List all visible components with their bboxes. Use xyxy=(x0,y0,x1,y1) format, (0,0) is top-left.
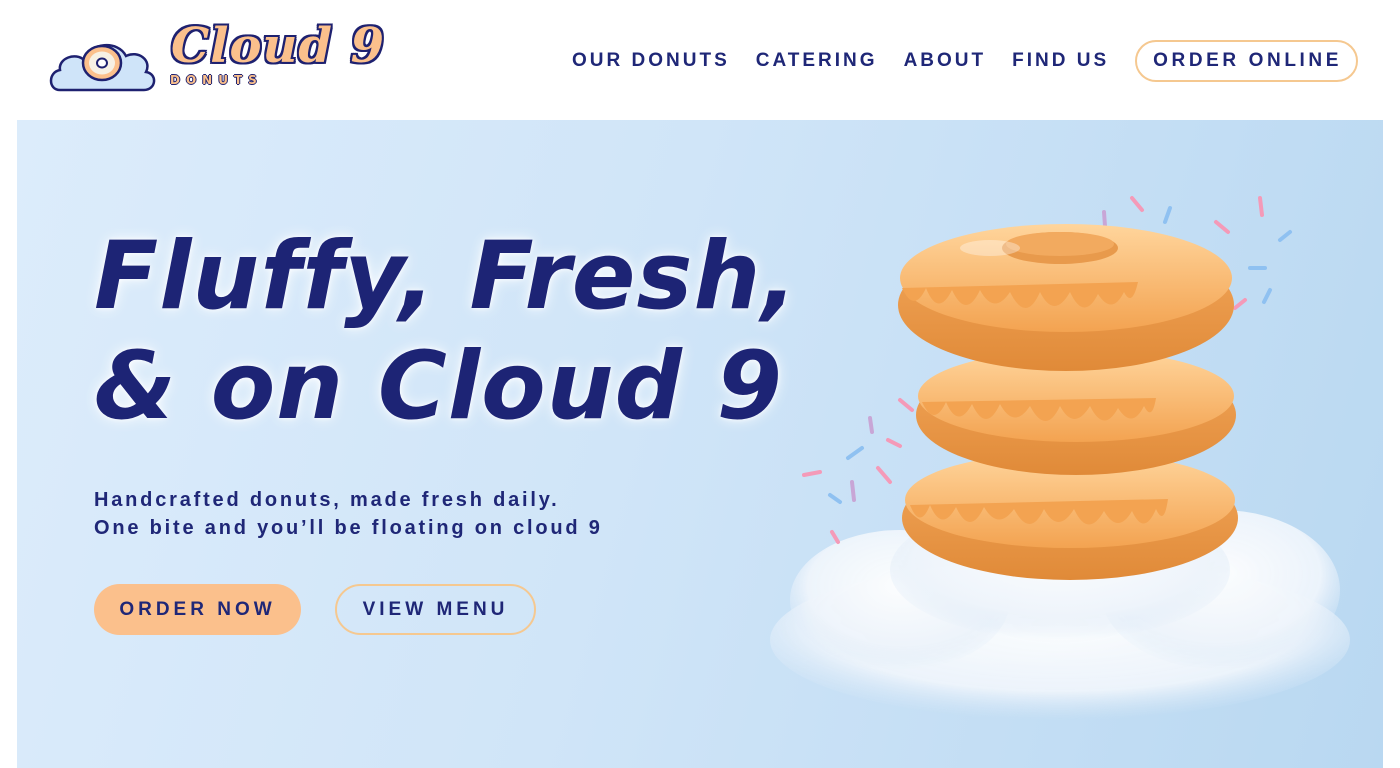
logo-subtitle: DONUTS xyxy=(170,73,263,87)
order-now-button[interactable]: ORDER NOW xyxy=(94,584,301,635)
nav-find-us[interactable]: FIND US xyxy=(1012,50,1109,72)
site-header: Cloud 9 DONUTS OUR DONUTS CATERING ABOUT… xyxy=(0,0,1400,120)
hero-headline-line1: Fluffy, Fresh, xyxy=(94,222,799,331)
view-menu-button[interactable]: VIEW MENU xyxy=(335,584,536,635)
hero-subtext-line2: One bite and you’ll be floating on cloud… xyxy=(94,517,603,539)
main-nav: OUR DONUTS CATERING ABOUT FIND US ORDER … xyxy=(572,40,1358,82)
nav-about[interactable]: ABOUT xyxy=(904,50,987,72)
logo-wordmark: Cloud 9 xyxy=(171,18,386,74)
nav-catering[interactable]: CATERING xyxy=(756,50,878,72)
hero-subtext-line1: Handcrafted donuts, made fresh daily. xyxy=(94,489,560,511)
donut-top xyxy=(898,224,1234,371)
hero-headline-line2: & on Cloud 9 xyxy=(94,332,784,441)
order-online-button[interactable]: ORDER ONLINE xyxy=(1135,40,1358,82)
hero-subtext: Handcrafted donuts, made fresh daily. On… xyxy=(94,486,603,542)
cloud-donut-logo-icon xyxy=(49,43,156,92)
donut-stack-image xyxy=(770,196,1350,720)
brand-logo[interactable]: Cloud 9 DONUTS xyxy=(46,18,384,100)
nav-our-donuts[interactable]: OUR DONUTS xyxy=(572,50,730,72)
hero-headline: Fluffy, Fresh, & on Cloud 9 xyxy=(94,222,798,442)
